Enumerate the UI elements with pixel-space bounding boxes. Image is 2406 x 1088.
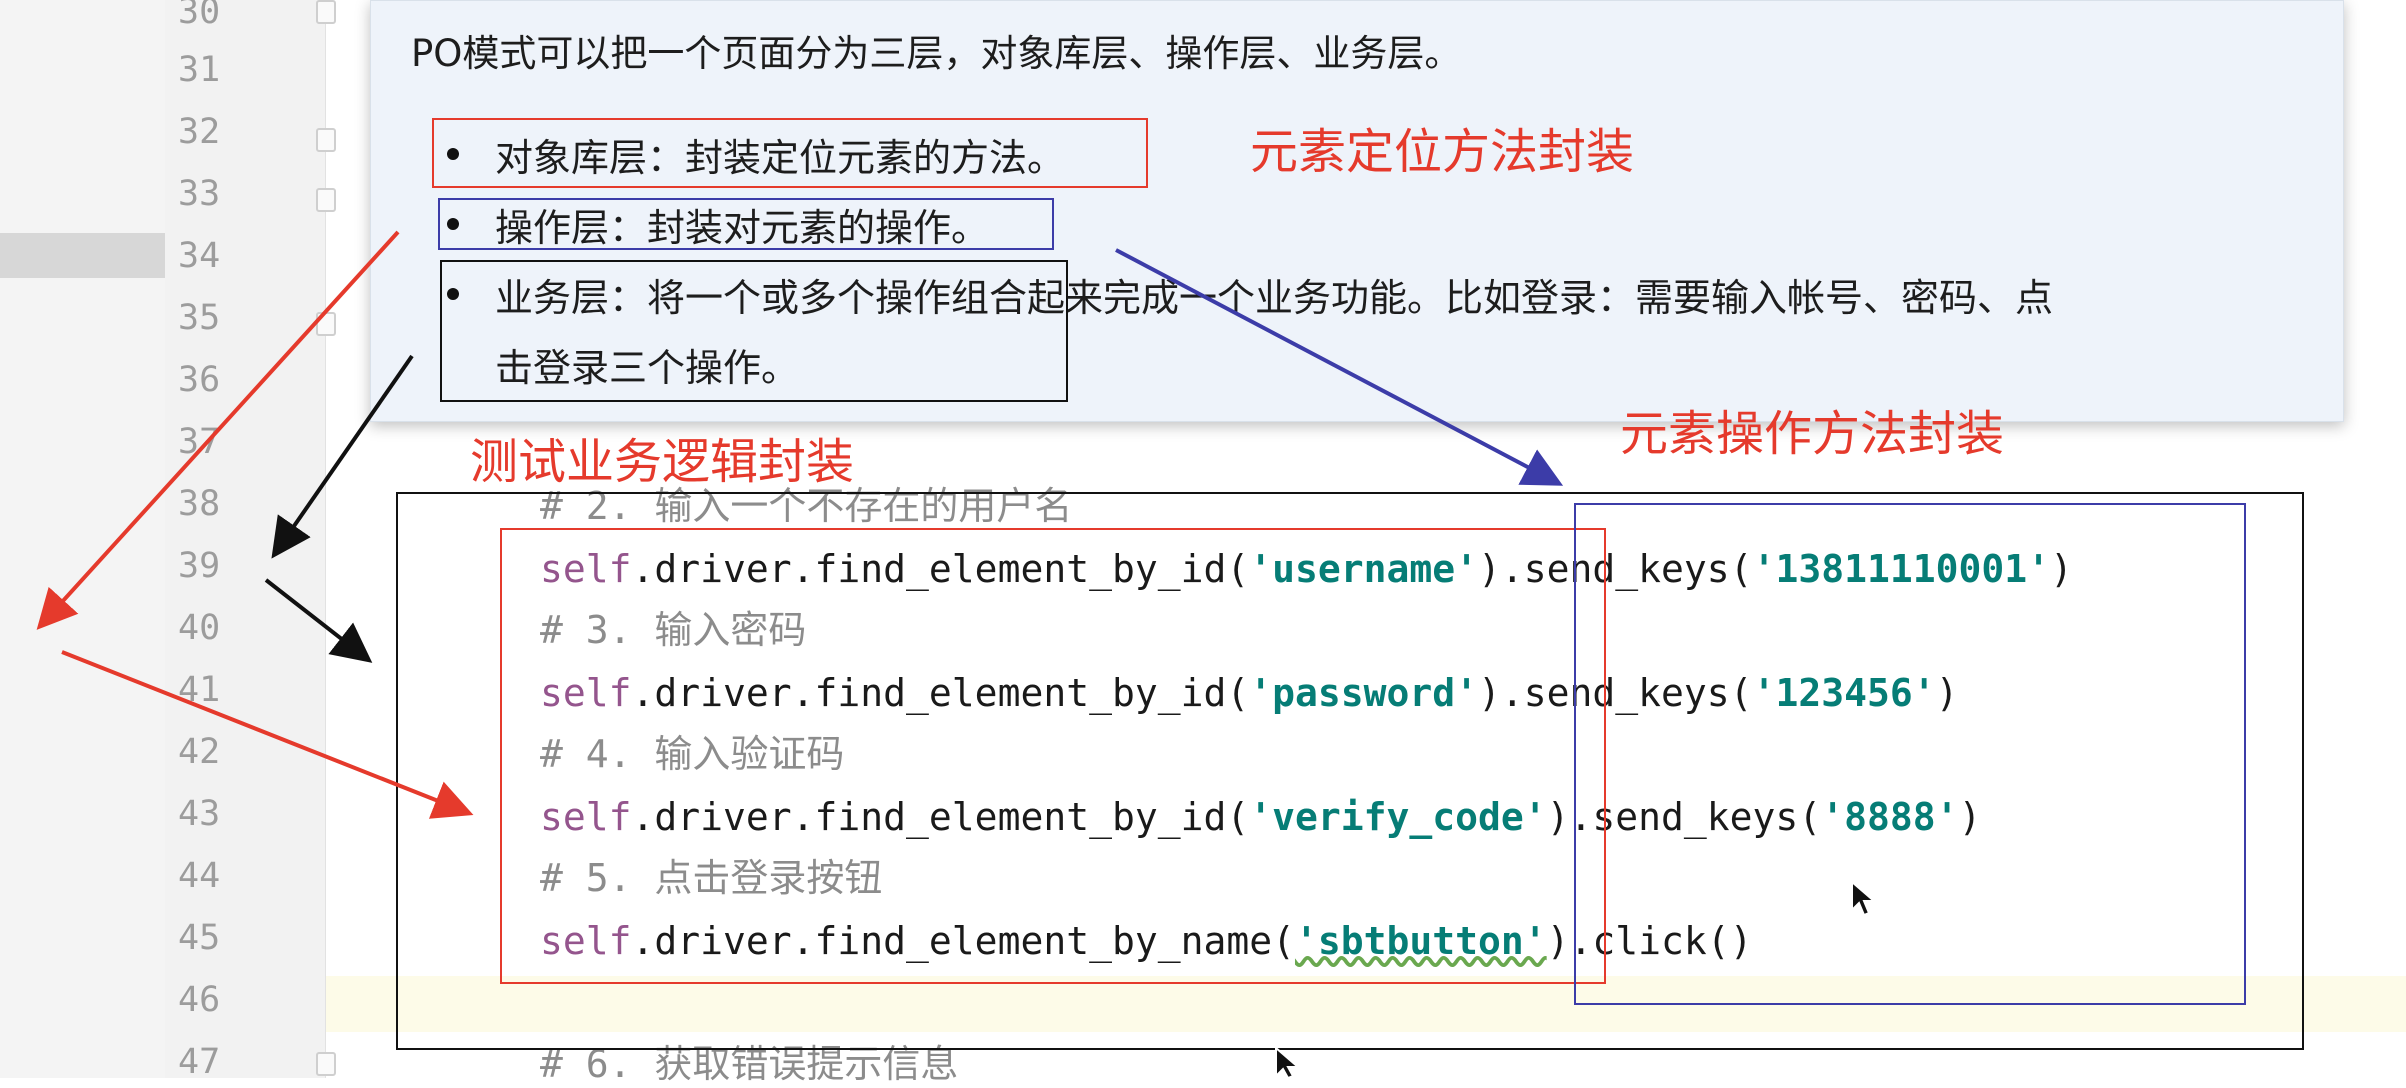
black-arrow — [264, 578, 373, 663]
black-arrow — [271, 354, 414, 559]
annotation-arrows — [36, 230, 1564, 819]
mouse-cursor-icon — [1851, 880, 1877, 917]
mouse-cursor-icon — [1275, 1046, 1301, 1078]
blue-arrow — [1115, 248, 1564, 486]
red-arrow — [36, 230, 400, 630]
red-arrow — [61, 650, 474, 819]
